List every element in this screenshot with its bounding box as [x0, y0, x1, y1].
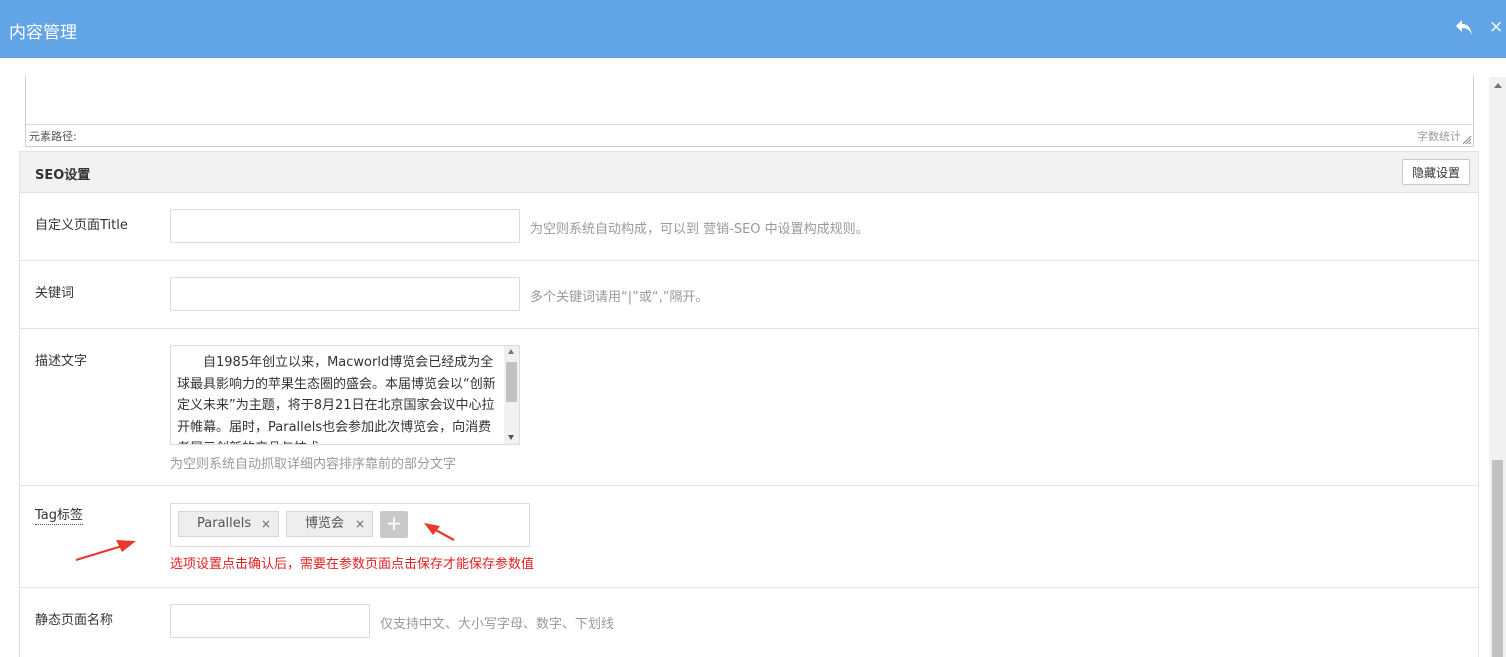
page-title-input[interactable]: [170, 209, 520, 243]
textarea-scrollbar[interactable]: [504, 346, 519, 444]
seo-header: SEO设置 隐藏设置: [20, 152, 1478, 193]
keywords-hint: 多个关键词请用“|”或“,”隔开。: [530, 290, 709, 305]
page-scrollbar[interactable]: [1489, 77, 1506, 657]
keywords-row: 关键词 多个关键词请用“|”或“,”隔开。: [20, 261, 1478, 329]
static-name-label: 静态页面名称: [35, 613, 114, 628]
tag-remove-icon[interactable]: ×: [355, 512, 365, 536]
seo-title: SEO设置: [35, 168, 91, 183]
content-area: 元素路径: 字数统计 SEO设置 隐藏设置 自定义页面Title 为空则系统自动…: [0, 58, 1489, 657]
static-name-input[interactable]: [170, 604, 370, 638]
element-path-label: 元素路径:: [29, 130, 77, 143]
tags-input[interactable]: Parallels × 博览会 × +: [170, 503, 530, 547]
page-title-hint: 为空则系统自动构成，可以到 营销-SEO 中设置构成规则。: [530, 222, 869, 237]
description-label: 描述文字: [35, 354, 88, 369]
tags-note: 选项设置点击确认后，需要在参数页面点击保存才能保存参数值: [170, 557, 535, 572]
resize-handle-icon[interactable]: [1462, 135, 1472, 145]
scroll-thumb[interactable]: [506, 362, 517, 402]
tag-item: Parallels ×: [178, 511, 279, 537]
window-titlebar: 内容管理 ×: [0, 0, 1506, 58]
keywords-input[interactable]: [170, 277, 520, 311]
page-title-row: 自定义页面Title 为空则系统自动构成，可以到 营销-SEO 中设置构成规则。: [20, 193, 1478, 261]
scroll-thumb[interactable]: [1492, 460, 1503, 657]
window-title: 内容管理: [9, 23, 77, 43]
tags-row: Tag标签 Parallels × 博览会 × + 选项设置点击确认后，需要在参…: [20, 486, 1478, 588]
description-textarea[interactable]: 自1985年创立以来，Macworld博览会已经成为全球最具影响力的苹果生态圈的…: [170, 345, 520, 445]
tag-item: 博览会 ×: [286, 511, 373, 537]
tag-text: Parallels: [197, 516, 252, 531]
back-arrow-icon[interactable]: [1453, 16, 1475, 38]
tags-label: Tag标签: [35, 508, 84, 525]
description-hint: 为空则系统自动抓取详细内容排序靠前的部分文字: [170, 457, 457, 472]
seo-settings-panel: SEO设置 隐藏设置 自定义页面Title 为空则系统自动构成，可以到 营销-S…: [19, 151, 1479, 657]
description-row: 描述文字 自1985年创立以来，Macworld博览会已经成为全球最具影响力的苹…: [20, 329, 1478, 486]
static-name-hint: 仅支持中文、大小写字母、数字、下划线: [380, 617, 615, 632]
rich-text-editor[interactable]: 元素路径: 字数统计: [25, 76, 1474, 147]
tag-text: 博览会: [305, 516, 345, 531]
description-text: 自1985年创立以来，Macworld博览会已经成为全球最具影响力的苹果生态圈的…: [177, 355, 496, 444]
red-arrow-icon: [75, 540, 136, 562]
scroll-up-icon[interactable]: [1494, 83, 1502, 88]
tag-remove-icon[interactable]: ×: [261, 512, 271, 536]
word-count-label: 字数统计: [1417, 130, 1461, 143]
page-title-label: 自定义页面Title: [35, 218, 128, 233]
scroll-up-icon[interactable]: [508, 349, 514, 354]
editor-status-bar: 元素路径: 字数统计: [26, 124, 1473, 146]
static-name-row: 静态页面名称 仅支持中文、大小写字母、数字、下划线: [20, 588, 1478, 657]
red-arrow-icon: [424, 523, 455, 541]
close-icon[interactable]: ×: [1489, 15, 1503, 39]
hide-settings-button[interactable]: 隐藏设置: [1402, 159, 1470, 185]
scroll-down-icon[interactable]: [508, 435, 514, 440]
keywords-label: 关键词: [35, 286, 75, 301]
add-tag-button[interactable]: +: [380, 511, 408, 538]
